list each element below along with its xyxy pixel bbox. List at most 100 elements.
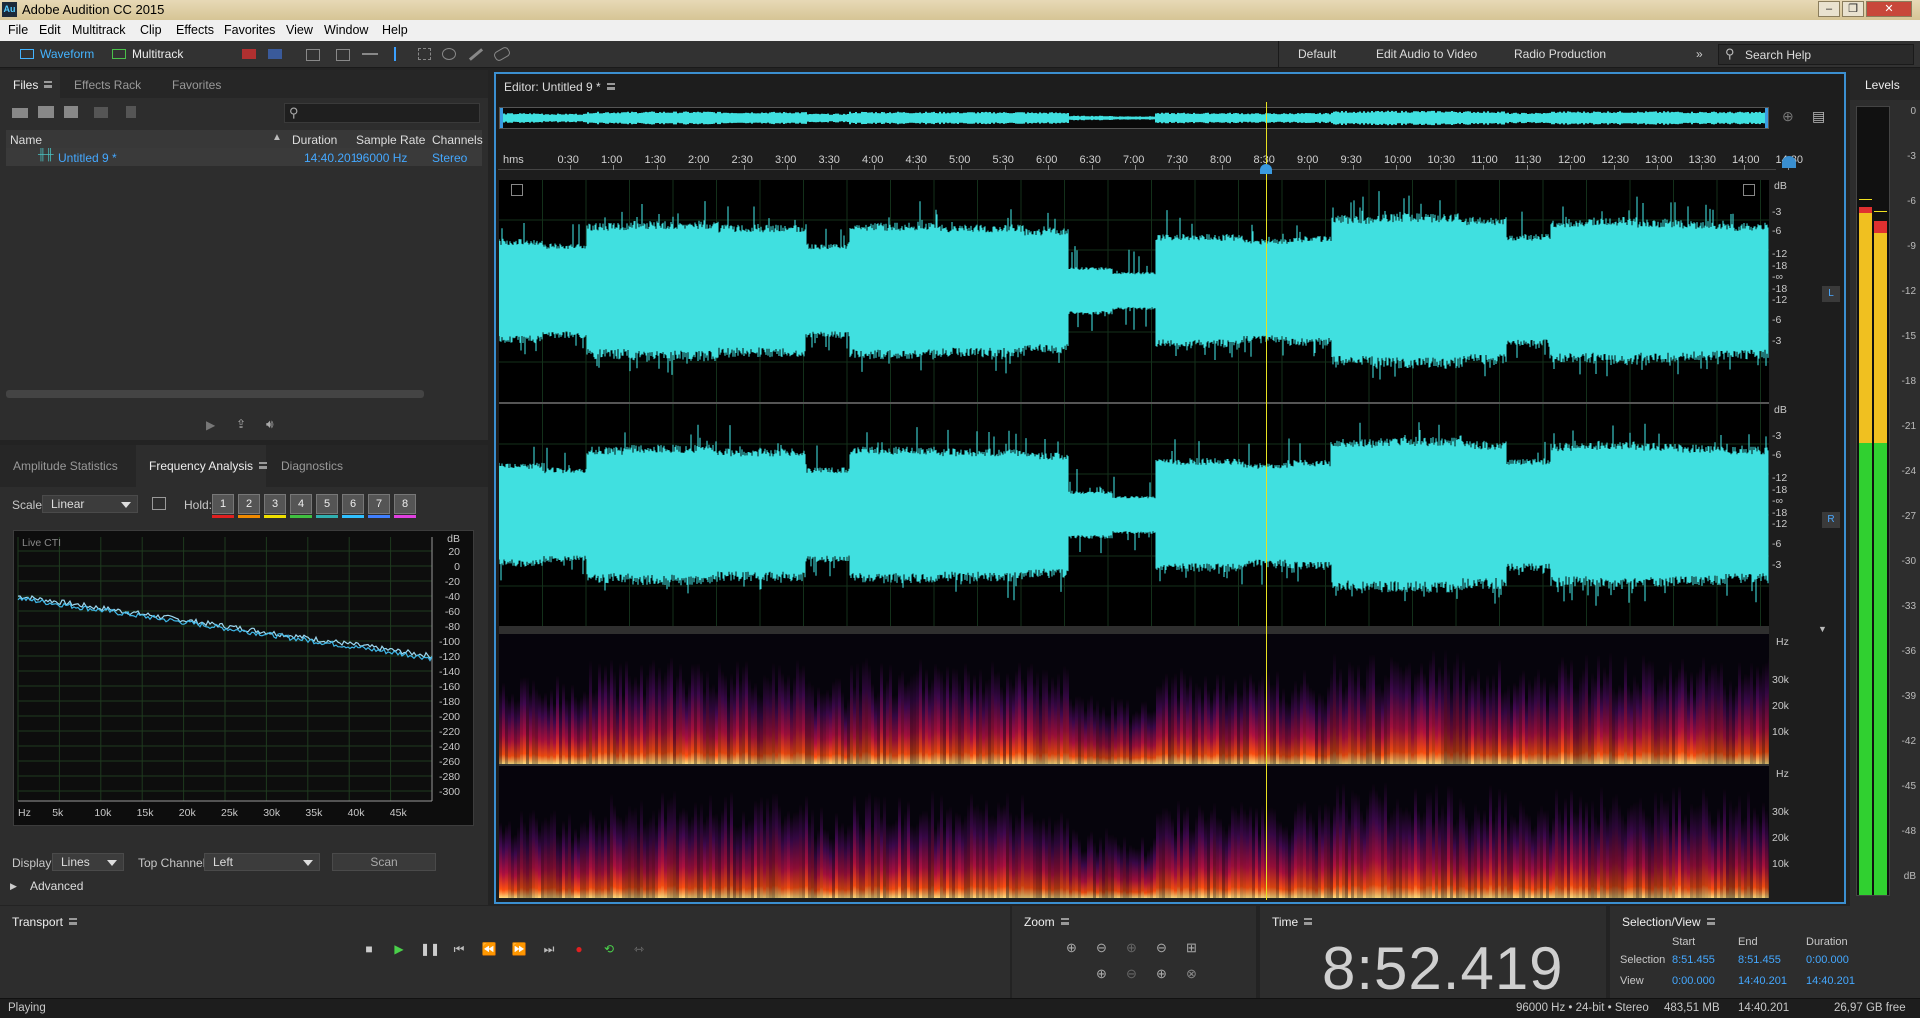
multitrack-view-button[interactable]: Multitrack	[112, 45, 196, 64]
zoom-in-point-icon[interactable]: ⊕	[1096, 966, 1107, 982]
delete-icon[interactable]	[126, 106, 136, 118]
panel-menu-icon[interactable]	[259, 462, 268, 469]
menu-favorites[interactable]: Favorites	[224, 23, 275, 37]
waveform-right-channel[interactable]	[499, 404, 1769, 626]
record-button[interactable]: ●	[570, 940, 588, 958]
tab-frequency-analysis[interactable]: Frequency Analysis	[149, 458, 268, 474]
open-file-icon[interactable]	[12, 108, 28, 118]
channel-right-toggle[interactable]: R	[1822, 512, 1840, 528]
import-file-icon[interactable]	[38, 106, 54, 118]
auto-play-icon[interactable]: 🔊︎	[266, 417, 274, 432]
menu-view[interactable]: View	[286, 23, 313, 37]
hold-button-5[interactable]: 5	[316, 494, 338, 514]
close-button[interactable]: ✕	[1866, 1, 1912, 17]
spectrum-copy-icon[interactable]	[152, 497, 166, 510]
panel-menu-icon[interactable]	[606, 83, 615, 90]
view-end[interactable]: 14:40.201	[1738, 975, 1787, 987]
stop-button[interactable]: ■	[360, 940, 378, 958]
menu-help[interactable]: Help	[382, 23, 408, 37]
time-selection-tool-icon[interactable]	[394, 47, 396, 61]
col-duration[interactable]: Duration	[292, 133, 337, 147]
current-time-display[interactable]: 8:52.419	[1322, 934, 1564, 1003]
zoom-out-amplitude-icon[interactable]: ⊖	[1096, 940, 1107, 956]
table-row[interactable]: ╫╫ Untitled 9 * 14:40.201 96000 Hz Stere…	[6, 148, 482, 166]
fast-forward-button[interactable]: ⏩	[510, 940, 528, 958]
panel-menu-icon[interactable]	[1706, 918, 1715, 925]
play-button[interactable]: ▶	[390, 940, 408, 958]
loop-playback-button[interactable]: ⟲	[600, 940, 618, 958]
hold-button-7[interactable]: 7	[368, 494, 390, 514]
hold-button-1[interactable]: 1	[212, 494, 234, 514]
advanced-toggle[interactable]: Advanced	[30, 879, 83, 893]
menu-multitrack[interactable]: Multitrack	[72, 23, 125, 37]
spectral-pitch-icon[interactable]	[268, 49, 282, 59]
menu-edit[interactable]: Edit	[39, 23, 61, 37]
overview-bar[interactable]	[499, 107, 1769, 129]
lasso-tool-icon[interactable]	[442, 48, 456, 60]
workspace-edit-audio-to-video[interactable]: Edit Audio to Video	[1376, 47, 1477, 61]
spot-healing-tool-icon[interactable]	[492, 45, 512, 63]
waveform-left-channel[interactable]	[499, 180, 1769, 402]
menu-window[interactable]: Window	[324, 23, 368, 37]
slip-tool-icon[interactable]	[362, 53, 378, 55]
panel-menu-icon[interactable]	[68, 918, 77, 925]
selection-end[interactable]: 8:51.455	[1738, 954, 1781, 966]
spectrogram-right[interactable]	[499, 766, 1769, 898]
workspace-default[interactable]: Default	[1298, 47, 1336, 61]
move-to-next-button[interactable]: ⏭	[540, 940, 558, 958]
view-start[interactable]: 0:00.000	[1672, 975, 1715, 987]
files-search-input[interactable]: ⚲	[284, 103, 480, 123]
waveform-view-button[interactable]: Waveform	[20, 45, 104, 64]
scale-dropdown[interactable]: Linear	[42, 495, 138, 513]
top-channel-dropdown[interactable]: Left	[204, 853, 320, 871]
zoom-full-icon[interactable]: ⊞	[1186, 940, 1197, 956]
skip-selection-button[interactable]: ⇿	[630, 940, 648, 958]
menu-effects[interactable]: Effects	[176, 23, 214, 37]
fade-in-handle[interactable]	[511, 184, 523, 196]
expand-advanced-icon[interactable]: ▶	[10, 881, 17, 892]
search-help-field[interactable]: ⚲ Search Help	[1718, 44, 1914, 65]
files-horizontal-scrollbar[interactable]	[6, 390, 424, 398]
panel-menu-icon[interactable]	[1060, 918, 1069, 925]
levels-title[interactable]: Levels	[1865, 77, 1900, 93]
hold-button-8[interactable]: 8	[394, 494, 416, 514]
spectral-display-icon[interactable]	[242, 49, 256, 59]
col-name[interactable]: Name	[10, 133, 42, 147]
spectral-splitter[interactable]	[499, 626, 1769, 634]
menu-clip[interactable]: Clip	[140, 23, 162, 37]
brush-tool-icon[interactable]	[468, 48, 484, 61]
col-channels[interactable]: Channels	[432, 133, 483, 147]
playhead-handle[interactable]	[1259, 164, 1272, 174]
view-duration[interactable]: 14:40.201	[1806, 975, 1855, 987]
new-file-icon[interactable]	[64, 106, 78, 118]
editor-settings-icon[interactable]: ▤	[1812, 108, 1825, 125]
razor-tool-icon[interactable]	[336, 49, 350, 61]
pause-button[interactable]: ❚❚	[420, 940, 440, 958]
hold-button-2[interactable]: 2	[238, 494, 260, 514]
marquee-tool-icon[interactable]	[418, 48, 431, 60]
spectrogram-left[interactable]	[499, 634, 1769, 764]
workspace-radio-production[interactable]: Radio Production	[1514, 47, 1606, 61]
insert-into-multitrack-icon[interactable]	[94, 107, 108, 118]
zoom-reset-icon[interactable]: ⊗	[1186, 966, 1197, 982]
channel-left-toggle[interactable]: L	[1822, 286, 1840, 302]
display-dropdown[interactable]: Lines	[52, 853, 124, 871]
tab-amplitude-statistics[interactable]: Amplitude Statistics	[13, 458, 118, 474]
collapse-spectral-icon[interactable]: ▼	[1818, 624, 1827, 634]
more-workspaces-icon[interactable]: »	[1696, 47, 1703, 61]
export-icon[interactable]: ⇪	[236, 417, 246, 431]
zoom-in-time-icon[interactable]: ⊕	[1126, 940, 1137, 956]
panel-menu-icon[interactable]	[1304, 918, 1313, 925]
zoom-out-time-icon[interactable]: ⊖	[1156, 940, 1167, 956]
hold-button-4[interactable]: 4	[290, 494, 312, 514]
hold-button-3[interactable]: 3	[264, 494, 286, 514]
tab-files[interactable]: Files	[13, 77, 53, 93]
rewind-button[interactable]: ⏪	[480, 940, 498, 958]
move-to-previous-button[interactable]: ⏮	[450, 940, 468, 958]
tab-favorites[interactable]: Favorites	[172, 77, 221, 93]
panel-menu-icon[interactable]	[44, 81, 53, 88]
tab-effects-rack[interactable]: Effects Rack	[74, 77, 141, 93]
sync-icon[interactable]	[1782, 156, 1796, 168]
fade-out-handle[interactable]	[1743, 184, 1755, 196]
col-sample-rate[interactable]: Sample Rate	[356, 133, 425, 147]
